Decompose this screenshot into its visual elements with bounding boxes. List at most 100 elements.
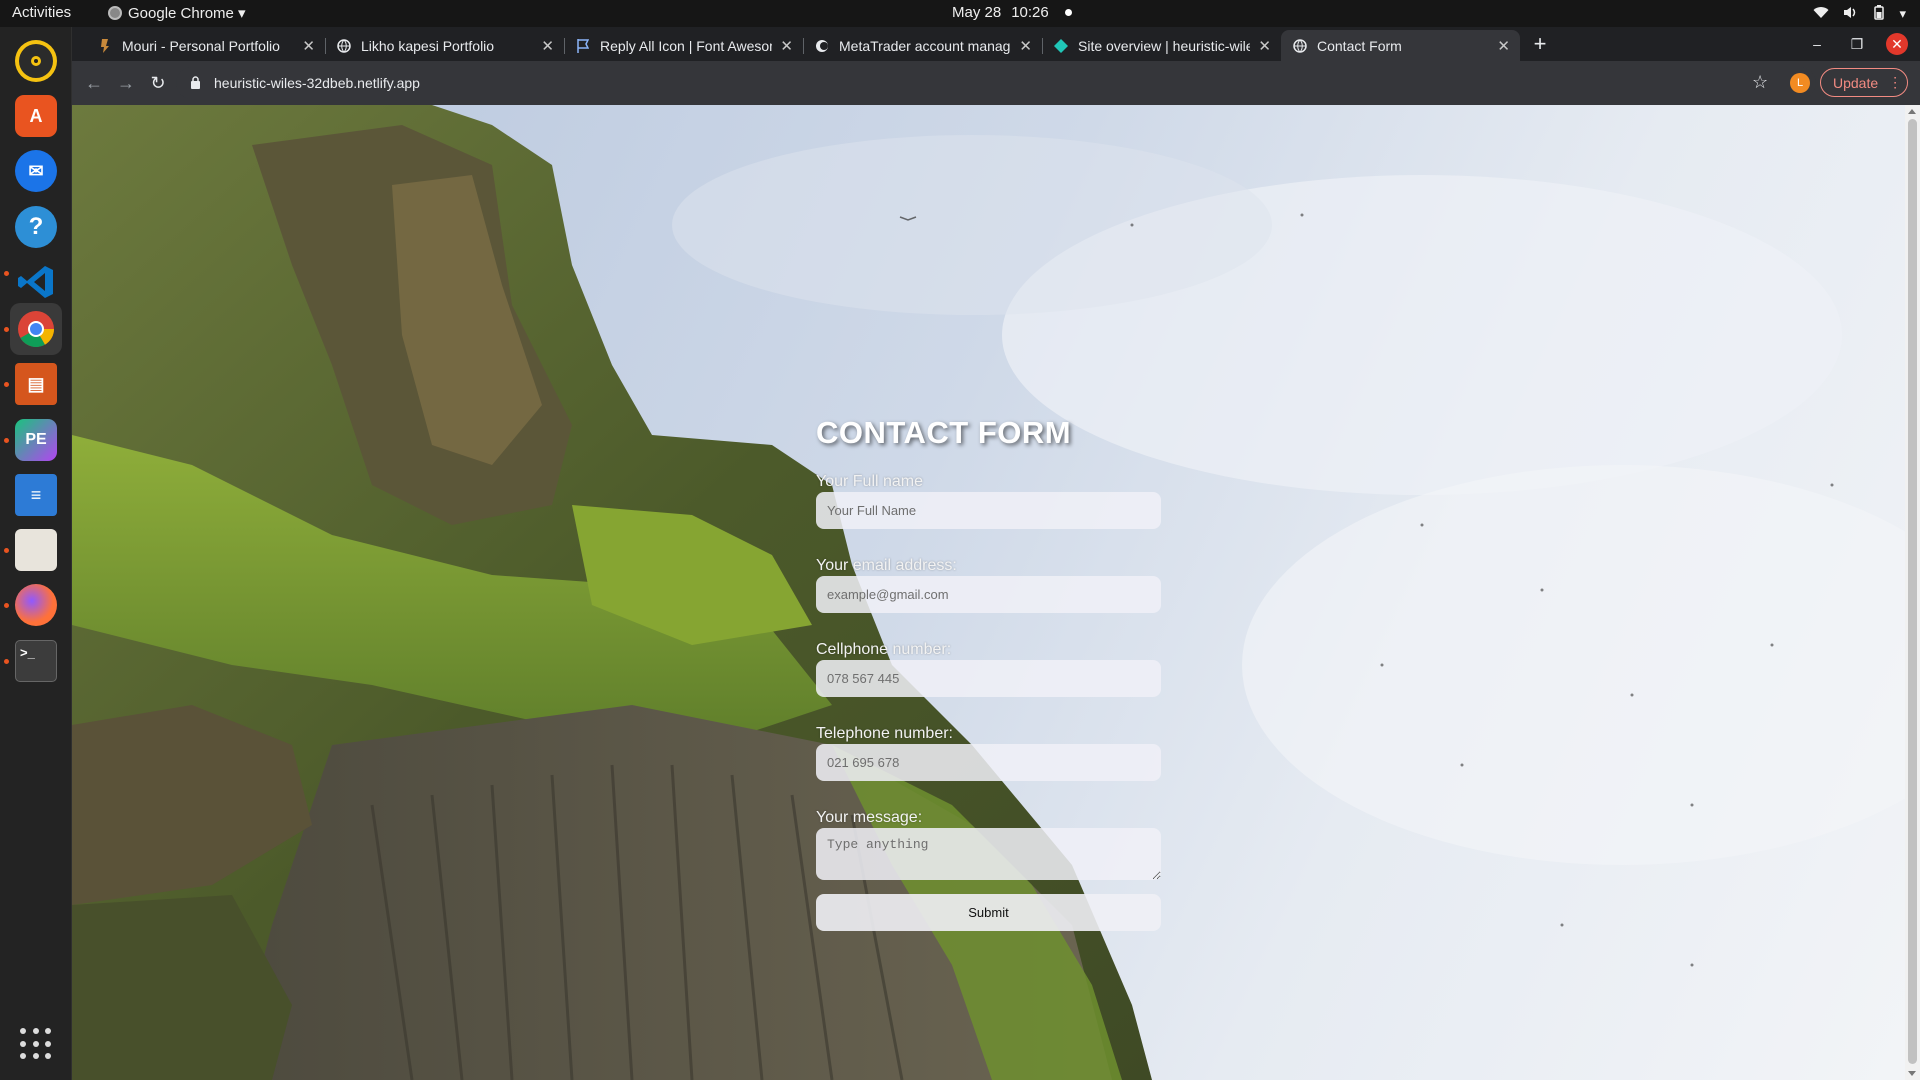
dock-impress[interactable]: ▤	[10, 358, 62, 410]
more-options-icon: ⋮	[1888, 74, 1903, 90]
battery-icon	[1873, 5, 1885, 23]
dock-ubuntu-software[interactable]: A	[10, 90, 62, 142]
page-scrollbar[interactable]	[1905, 105, 1920, 1080]
close-tab-icon[interactable]: ✕	[1497, 37, 1510, 55]
message-label: Your message:	[816, 809, 923, 826]
dock-terminal[interactable]: >_	[10, 635, 62, 687]
dock-thunderbird[interactable]: ✉	[10, 145, 62, 197]
writer-icon: ≡	[15, 474, 57, 516]
tab-mouri-portfolio[interactable]: Mouri - Personal Portfolio ✕	[86, 30, 325, 61]
chrome-icon	[15, 308, 57, 350]
contact-form: CONTACT FORM Your Full name Your email a…	[816, 415, 1161, 931]
email-label: Your email address:	[816, 557, 957, 574]
vscode-icon	[15, 261, 57, 303]
tab-title: Likho kapesi Portfolio	[361, 37, 495, 54]
telephone-label: Telephone number:	[816, 725, 953, 742]
running-indicator	[4, 271, 9, 276]
scroll-up-icon[interactable]	[1908, 109, 1916, 114]
dock-help[interactable]: ?	[10, 201, 62, 253]
url-text: heuristic-wiles-32dbeb.netlify.app	[214, 75, 420, 91]
dock-chrome[interactable]	[10, 303, 62, 355]
terminal-icon: >_	[15, 640, 57, 682]
tab-title: Reply All Icon | Font Awesome	[600, 37, 773, 54]
tab-title: Mouri - Personal Portfolio	[122, 37, 280, 54]
clock[interactable]: May 28 10:26	[952, 4, 1072, 21]
message-textarea[interactable]	[816, 828, 1161, 880]
close-tab-icon[interactable]: ✕	[1019, 37, 1032, 55]
restore-window-icon[interactable]: ❐	[1846, 33, 1868, 55]
close-tab-icon[interactable]: ✕	[780, 37, 793, 55]
tab-likho-portfolio[interactable]: Likho kapesi Portfolio ✕	[325, 30, 564, 61]
reload-icon[interactable]: ↻	[146, 71, 170, 95]
tab-title: MetaTrader account manager	[839, 37, 1012, 54]
tab-strip: Mouri - Personal Portfolio ✕ Likho kapes…	[72, 27, 1920, 61]
bookmark-star-icon[interactable]: ☆	[1752, 72, 1768, 93]
help-icon: ?	[15, 206, 57, 248]
flag-icon	[576, 38, 590, 53]
globe-icon	[337, 38, 351, 53]
chrome-window: Mouri - Personal Portfolio ✕ Likho kapes…	[72, 27, 1920, 1080]
profile-avatar[interactable]: L	[1790, 73, 1810, 93]
dock-phpstorm[interactable]: PE	[10, 414, 62, 466]
activities-button[interactable]: Activities	[12, 4, 71, 21]
running-indicator	[4, 603, 9, 608]
portfolio-icon	[98, 38, 112, 53]
dock-rhythmbox[interactable]	[10, 35, 62, 87]
scroll-down-icon[interactable]	[1908, 1071, 1916, 1076]
running-indicator	[4, 327, 9, 332]
ubuntu-software-icon: A	[15, 95, 57, 137]
dock-vscode[interactable]	[10, 256, 62, 308]
system-menu-chevron-icon: ▾	[1899, 6, 1906, 21]
rhythmbox-icon	[15, 40, 57, 82]
dock-writer[interactable]: ≡	[10, 469, 62, 521]
tab-metatrader[interactable]: MetaTrader account manager ✕	[803, 30, 1042, 61]
tab-netlify-site-overview[interactable]: Site overview | heuristic-wiles ✕	[1042, 30, 1281, 61]
full-name-label: Your Full name	[816, 473, 924, 490]
metatrader-icon	[815, 39, 829, 53]
dock-files[interactable]	[10, 524, 62, 576]
new-tab-button[interactable]: +	[1528, 33, 1552, 57]
scrollbar-thumb[interactable]	[1908, 119, 1917, 1064]
update-button[interactable]: Update ⋮	[1820, 68, 1908, 97]
tab-title: Contact Form	[1317, 37, 1402, 54]
chrome-small-icon	[108, 6, 122, 20]
clock-date: May 28	[952, 4, 1002, 21]
notification-dot-icon	[1064, 9, 1072, 16]
show-applications-icon[interactable]	[20, 1028, 52, 1060]
minimize-window-icon[interactable]: –	[1806, 33, 1828, 55]
address-bar[interactable]: heuristic-wiles-32dbeb.netlify.app	[176, 67, 1816, 99]
app-menu[interactable]: Google Chrome ▾	[108, 4, 246, 22]
tab-title: Site overview | heuristic-wiles	[1078, 37, 1251, 54]
page-viewport: CONTACT FORM Your Full name Your email a…	[72, 105, 1905, 1080]
clock-time: 10:26	[1011, 4, 1049, 21]
running-indicator	[4, 382, 9, 387]
volume-icon	[1843, 6, 1859, 22]
close-tab-icon[interactable]: ✕	[1258, 37, 1271, 55]
running-indicator	[4, 659, 9, 664]
telephone-input[interactable]	[816, 744, 1161, 781]
firefox-icon	[15, 584, 57, 626]
close-window-icon[interactable]: ✕	[1886, 33, 1908, 55]
impress-icon: ▤	[15, 363, 57, 405]
phpstorm-icon: PE	[15, 419, 57, 461]
close-tab-icon[interactable]: ✕	[541, 37, 554, 55]
close-tab-icon[interactable]: ✕	[302, 37, 315, 55]
tab-contact-form[interactable]: Contact Form ✕	[1281, 30, 1520, 61]
globe-icon	[1293, 38, 1307, 53]
email-input[interactable]	[816, 576, 1161, 613]
forward-arrow-icon[interactable]: →	[114, 71, 138, 95]
back-arrow-icon[interactable]: ←	[82, 71, 106, 95]
tab-font-awesome[interactable]: Reply All Icon | Font Awesome ✕	[564, 30, 803, 61]
full-name-input[interactable]	[816, 492, 1161, 529]
dock: A ✉ ? ▤ PE ≡ >_	[0, 27, 72, 1080]
system-tray[interactable]: ▾	[1813, 5, 1906, 23]
wifi-icon	[1813, 6, 1829, 22]
cellphone-label: Cellphone number:	[816, 641, 952, 658]
submit-button[interactable]: Submit	[816, 894, 1161, 931]
update-label: Update	[1833, 74, 1879, 91]
dock-firefox[interactable]	[10, 579, 62, 631]
cellphone-input[interactable]	[816, 660, 1161, 697]
netlify-icon	[1054, 38, 1068, 53]
page-title: CONTACT FORM	[816, 415, 1072, 450]
browser-toolbar: ← → ↻ heuristic-wiles-32dbeb.netlify.app…	[72, 61, 1920, 105]
